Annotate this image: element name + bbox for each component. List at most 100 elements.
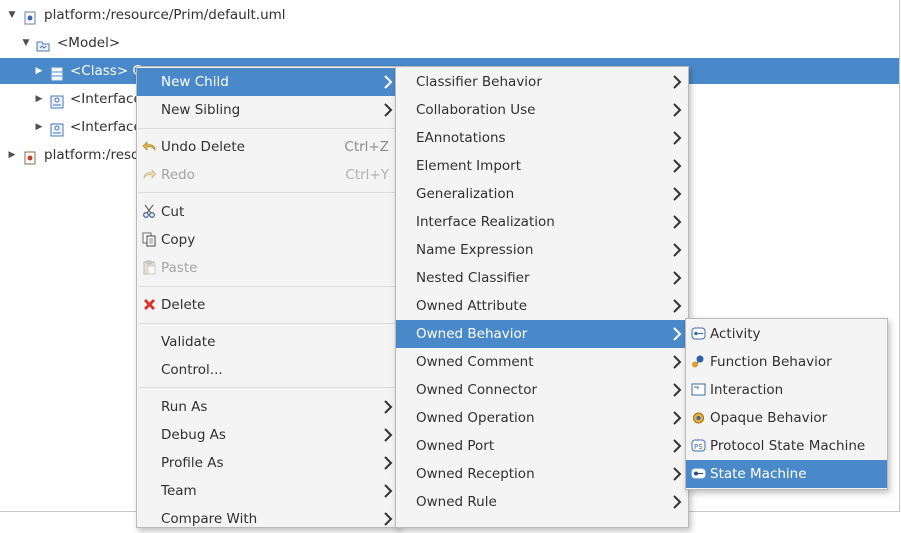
behavior-menu-item-state-machine[interactable]: State Machine bbox=[686, 460, 887, 488]
activity-icon bbox=[691, 327, 706, 340]
tree-label-interface-2: <Interface bbox=[70, 119, 142, 135]
submenu-arrow-icon bbox=[673, 327, 682, 341]
menu-label: Compare With bbox=[161, 511, 258, 527]
menu-label: Team bbox=[161, 483, 197, 499]
expand-right-icon[interactable]: ▶ bbox=[33, 86, 45, 112]
tree-row-file[interactable]: ▼ platform:/resource/Prim/default.uml bbox=[0, 2, 899, 28]
behavior-menu-item-interaction[interactable]: Interaction bbox=[686, 376, 887, 404]
child-menu-item-owned-connector[interactable]: Owned Connector bbox=[396, 376, 688, 404]
behavior-menu-item-opaque-behavior[interactable]: Opaque Behavior bbox=[686, 404, 887, 432]
child-menu-item-owned-attribute[interactable]: Owned Attribute bbox=[396, 292, 688, 320]
menu-label: Activity bbox=[710, 326, 761, 342]
menu-label: Debug As bbox=[161, 427, 226, 443]
menu-label: Profile As bbox=[161, 455, 224, 471]
submenu-arrow-icon bbox=[673, 75, 682, 89]
menu-item-new-sibling[interactable]: New Sibling bbox=[137, 96, 399, 124]
expand-right-icon[interactable]: ▶ bbox=[6, 142, 18, 168]
child-menu-item-nested-classifier[interactable]: Nested Classifier bbox=[396, 264, 688, 292]
undo-icon bbox=[142, 141, 156, 151]
submenu-arrow-icon bbox=[673, 131, 682, 145]
submenu-arrow-icon bbox=[673, 355, 682, 369]
menu-item-control[interactable]: Control... bbox=[137, 356, 399, 384]
child-menu-item-interface-realization[interactable]: Interface Realization bbox=[396, 208, 688, 236]
profile-file-icon bbox=[23, 148, 37, 165]
menu-label: Interface Realization bbox=[416, 214, 555, 230]
child-menu-item-generalization[interactable]: Generalization bbox=[396, 180, 688, 208]
expand-down-icon[interactable]: ▼ bbox=[20, 30, 32, 56]
menu-label: New Sibling bbox=[161, 102, 241, 118]
submenu-arrow-icon bbox=[384, 512, 393, 526]
submenu-arrow-icon bbox=[673, 383, 682, 397]
menu-separator bbox=[138, 387, 398, 388]
expand-right-icon[interactable]: ▶ bbox=[33, 58, 45, 84]
interface-icon bbox=[50, 92, 64, 109]
submenu-arrow-icon bbox=[384, 75, 393, 89]
menu-label: Owned Comment bbox=[416, 354, 534, 370]
behavior-menu-item-activity[interactable]: Activity bbox=[686, 320, 887, 348]
menu-item-team[interactable]: Team bbox=[137, 477, 399, 505]
scissors-icon bbox=[143, 204, 155, 218]
menu-label: Run As bbox=[161, 399, 208, 415]
child-menu-item-owned-port[interactable]: Owned Port bbox=[396, 432, 688, 460]
owned-behavior-submenu: Activity Function Behavior Interaction Opaq… bbox=[685, 318, 888, 490]
menu-item-new-child[interactable]: New Child bbox=[137, 68, 399, 96]
class-icon bbox=[50, 64, 64, 81]
child-menu-item-collaboration-use[interactable]: Collaboration Use bbox=[396, 96, 688, 124]
child-menu-item-classifier-behavior[interactable]: Classifier Behavior bbox=[396, 68, 688, 96]
paste-icon bbox=[143, 260, 156, 275]
expand-down-icon[interactable]: ▼ bbox=[6, 2, 18, 28]
submenu-arrow-icon bbox=[384, 484, 393, 498]
menu-item-delete[interactable]: Delete bbox=[137, 291, 399, 319]
submenu-arrow-icon bbox=[384, 400, 393, 414]
submenu-arrow-icon bbox=[673, 271, 682, 285]
state-machine-icon bbox=[691, 468, 706, 479]
child-menu-item-element-import[interactable]: Element Import bbox=[396, 152, 688, 180]
menu-item-profile-as[interactable]: Profile As bbox=[137, 449, 399, 477]
child-menu-item-eannotations[interactable]: EAnnotations bbox=[396, 124, 688, 152]
tree-label-platform-2: platform:/reso bbox=[44, 147, 140, 163]
tree-label-model: <Model> bbox=[57, 35, 121, 51]
model-package-icon bbox=[36, 36, 50, 52]
child-menu-item-name-expression[interactable]: Name Expression bbox=[396, 236, 688, 264]
menu-separator bbox=[138, 128, 398, 129]
child-menu-item-owned-comment[interactable]: Owned Comment bbox=[396, 348, 688, 376]
menu-item-debug-as[interactable]: Debug As bbox=[137, 421, 399, 449]
menu-label: EAnnotations bbox=[416, 130, 506, 146]
child-menu-item-owned-rule[interactable]: Owned Rule bbox=[396, 488, 688, 516]
child-menu-item-owned-reception[interactable]: Owned Reception bbox=[396, 460, 688, 488]
delete-x-icon bbox=[144, 299, 155, 310]
submenu-arrow-icon bbox=[673, 439, 682, 453]
child-menu-item-owned-operation[interactable]: Owned Operation bbox=[396, 404, 688, 432]
menu-item-copy[interactable]: Copy bbox=[137, 226, 399, 254]
menu-label: Cut bbox=[161, 204, 185, 220]
tree-label-file: platform:/resource/Prim/default.uml bbox=[44, 7, 286, 23]
submenu-arrow-icon bbox=[384, 456, 393, 470]
submenu-arrow-icon bbox=[673, 215, 682, 229]
menu-label: Validate bbox=[161, 334, 216, 350]
child-menu-item-owned-behavior[interactable]: Owned Behavior bbox=[396, 320, 688, 348]
menu-item-cut[interactable]: Cut bbox=[137, 198, 399, 226]
submenu-arrow-icon bbox=[673, 495, 682, 509]
menu-label: State Machine bbox=[710, 466, 807, 482]
submenu-arrow-icon bbox=[673, 187, 682, 201]
menu-label: Control... bbox=[161, 362, 223, 378]
menu-label: Interaction bbox=[710, 382, 784, 398]
menu-label: Element Import bbox=[416, 158, 521, 174]
menu-label: Function Behavior bbox=[710, 354, 832, 370]
menu-item-validate[interactable]: Validate bbox=[137, 328, 399, 356]
menu-label: Owned Behavior bbox=[416, 326, 528, 342]
behavior-menu-item-function-behavior[interactable]: Function Behavior bbox=[686, 348, 887, 376]
menu-item-undo-delete[interactable]: Undo Delete Ctrl+Z bbox=[137, 133, 399, 161]
tree-row-model[interactable]: ▼ <Model> bbox=[0, 30, 899, 56]
expand-right-icon[interactable]: ▶ bbox=[33, 114, 45, 140]
submenu-arrow-icon bbox=[673, 299, 682, 313]
menu-item-compare-with[interactable]: Compare With bbox=[137, 505, 399, 533]
menu-label: Collaboration Use bbox=[416, 102, 536, 118]
tree-label-interface-1: <Interface bbox=[70, 91, 142, 107]
behavior-menu-item-protocol-state-machine[interactable]: PS Protocol State Machine bbox=[686, 432, 887, 460]
menu-label: Delete bbox=[161, 297, 206, 313]
interface-icon bbox=[50, 120, 64, 137]
menu-item-redo: Redo Ctrl+Y bbox=[137, 161, 399, 189]
menu-item-run-as[interactable]: Run As bbox=[137, 393, 399, 421]
menu-label: Classifier Behavior bbox=[416, 74, 542, 90]
